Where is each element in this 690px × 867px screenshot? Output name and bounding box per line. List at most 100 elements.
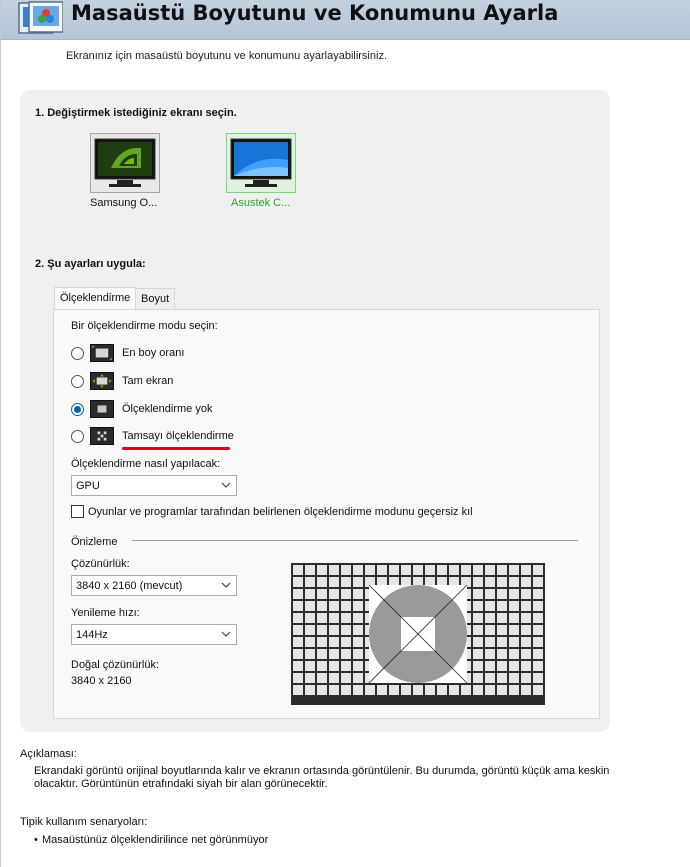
chevron-down-icon (221, 631, 231, 637)
preview-grid-cell (353, 649, 363, 659)
preview-grid-cell (305, 685, 315, 695)
display-samsung[interactable] (90, 133, 160, 193)
preview-grid-cell (317, 577, 327, 587)
mode-no-scaling[interactable]: Ölçeklendirme yok (71, 400, 371, 420)
preview-grid-cell (329, 685, 339, 695)
preview-grid-cell (533, 589, 543, 599)
usage-item-text: Masaüstünüz ölçeklendirilince net görünm… (42, 834, 269, 846)
tab-size[interactable]: Boyut (135, 288, 175, 309)
preview-grid-cell (293, 613, 303, 623)
preview-grid-cell (473, 565, 483, 575)
preview-grid-cell (353, 673, 363, 683)
preview-grid-cell (293, 673, 303, 683)
mode-integer-scaling[interactable]: Tamsayı ölçeklendirme (71, 427, 371, 447)
mode-aspect-ratio[interactable]: En boy oranı (71, 344, 371, 364)
native-resolution-label: Doğal çözünürlük: (71, 659, 160, 671)
preview-grid-cell (521, 589, 531, 599)
preview-grid-cell (353, 565, 363, 575)
preview-grid-cell (389, 685, 399, 695)
aspect-ratio-radio[interactable] (71, 347, 84, 360)
display-samsung-label: Samsung O... (90, 197, 158, 209)
description-title: Açıklaması: (20, 748, 77, 760)
refresh-rate-select[interactable]: 144Hz (71, 624, 237, 645)
bullet-icon: • (34, 834, 38, 846)
preview-grid-cell (485, 661, 495, 671)
settings-panel: 1. Değiştirmek istediğiniz ekranı seçin.… (20, 90, 610, 732)
preview-grid-cell (353, 625, 363, 635)
resolution-select[interactable]: 3840 x 2160 (mevcut) (71, 575, 237, 596)
preview-grid-cell (521, 565, 531, 575)
preview-grid-cell (305, 577, 315, 587)
preview-grid-cell (341, 613, 351, 623)
override-scaling-checkbox[interactable] (71, 505, 84, 518)
preview-grid-cell (293, 577, 303, 587)
refresh-rate-value: 144Hz (76, 629, 108, 641)
aspect-ratio-label: En boy oranı (122, 347, 185, 359)
tab-scaling[interactable]: Ölçeklendirme (54, 287, 136, 309)
preview-divider (132, 540, 578, 541)
preview-grid-cell (497, 601, 507, 611)
preview-grid-cell (485, 577, 495, 587)
preview-grid-cell (317, 637, 327, 647)
preview-grid-cell (521, 625, 531, 635)
preview-grid-cell (473, 661, 483, 671)
scaling-method-label: Ölçeklendirme nasıl yapılacak: (71, 458, 221, 470)
preview-grid-cell (473, 649, 483, 659)
preview-grid-cell (533, 685, 543, 695)
refresh-rate-label: Yenileme hızı: (71, 607, 140, 619)
preview-grid-cell (341, 565, 351, 575)
preview-grid-cell (305, 625, 315, 635)
preview-grid-cell (473, 577, 483, 587)
display-settings-icon (18, 1, 63, 34)
preview-grid-cell (305, 637, 315, 647)
preview-grid-cell (425, 685, 435, 695)
preview-grid-cell (521, 613, 531, 623)
preview-grid-cell (341, 661, 351, 671)
preview-grid-cell (461, 685, 471, 695)
preview-grid-cell (473, 637, 483, 647)
preview-grid-cell (293, 589, 303, 599)
preview-grid-cell (305, 613, 315, 623)
no-scaling-radio[interactable] (71, 403, 84, 416)
preview-grid-cell (473, 589, 483, 599)
preview-grid-cell (485, 685, 495, 695)
preview-grid-cell (485, 589, 495, 599)
preview-grid-cell (305, 649, 315, 659)
preview-grid-cell (341, 637, 351, 647)
preview-grid-cell (485, 673, 495, 683)
integer-scaling-radio[interactable] (71, 430, 84, 443)
description-text: Ekrandaki görüntü orijinal boyutlarında … (34, 765, 610, 790)
monitor-windows-icon (230, 138, 292, 187)
resolution-label: Çözünürlük: (71, 558, 130, 570)
aspect-ratio-icon (90, 344, 114, 362)
preview-grid-cell (317, 613, 327, 623)
preview-grid-cell (497, 637, 507, 647)
preview-grid-cell (497, 649, 507, 659)
preview-grid-cell (317, 601, 327, 611)
scaling-method-select[interactable]: GPU (71, 475, 237, 496)
preview-grid-cell (341, 577, 351, 587)
preview-grid-cell (329, 589, 339, 599)
no-scaling-icon (90, 400, 114, 418)
display-asustek[interactable] (226, 133, 296, 193)
page-header: Masaüstü Boyutunu ve Konumunu Ayarla (1, 0, 690, 40)
usage-list-item: • Masaüstünüz ölçeklendirilince net görün… (34, 834, 268, 846)
usage-title: Tipik kullanım senaryoları: (20, 816, 148, 828)
preview-grid-cell (509, 625, 519, 635)
preview-grid-cell (341, 601, 351, 611)
preview-grid-cell (533, 613, 543, 623)
preview-grid-cell (329, 625, 339, 635)
preview-grid-cell (353, 589, 363, 599)
full-screen-radio[interactable] (71, 375, 84, 388)
preview-grid-cell (401, 565, 411, 575)
display-asustek-label: Asustek C... (231, 197, 291, 209)
preview-grid-cell (473, 613, 483, 623)
chevron-down-icon (221, 482, 231, 488)
full-screen-label: Tam ekran (122, 375, 174, 387)
preview-grid-cell (497, 565, 507, 575)
mode-full-screen[interactable]: Tam ekran (71, 372, 371, 392)
preview-grid-cell (533, 637, 543, 647)
full-screen-icon (90, 372, 114, 390)
preview-grid-cell (317, 673, 327, 683)
preview-grid-cell (305, 589, 315, 599)
